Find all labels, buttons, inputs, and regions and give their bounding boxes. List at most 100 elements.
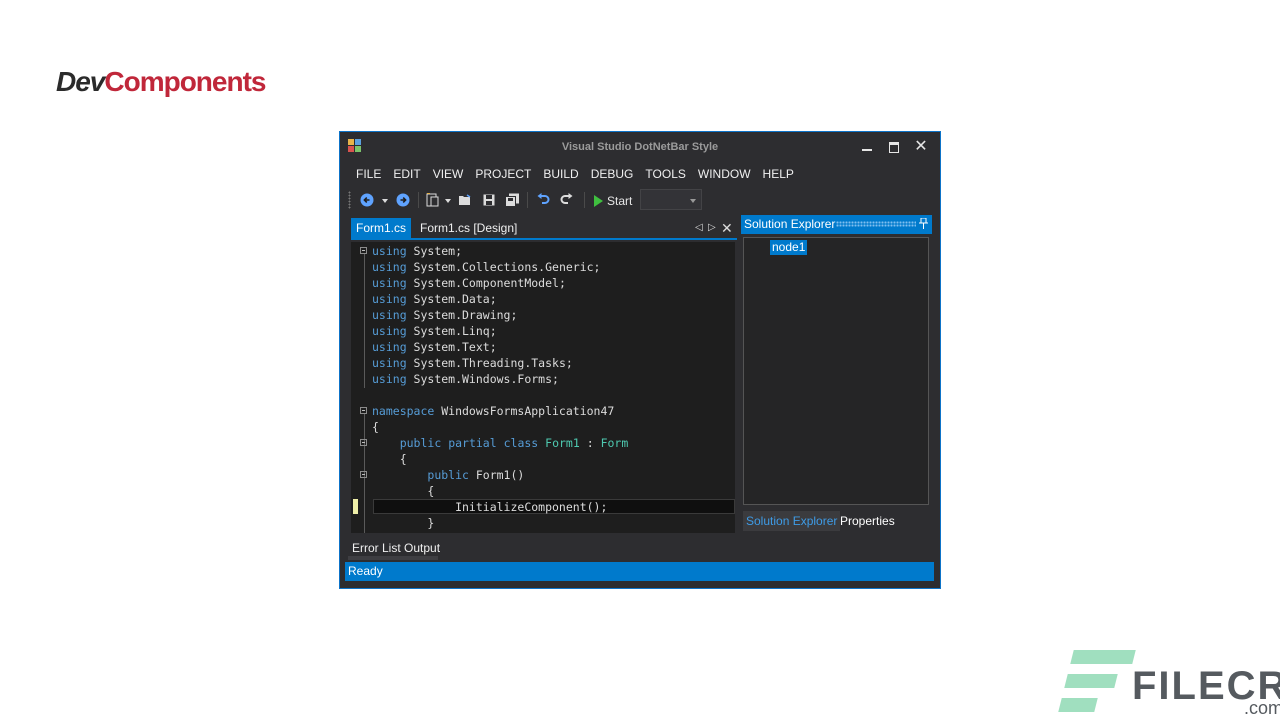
code-line: InitializeComponent(); xyxy=(351,499,735,515)
undo-icon[interactable] xyxy=(534,189,552,211)
tab-error-list[interactable]: Error List xyxy=(348,540,402,560)
collapse-icon[interactable] xyxy=(360,439,367,446)
maximize-button[interactable] xyxy=(883,138,905,156)
save-all-icon[interactable] xyxy=(503,189,521,211)
forward-icon[interactable] xyxy=(394,189,412,211)
collapse-icon[interactable] xyxy=(360,247,367,254)
menu-help[interactable]: HELP xyxy=(757,165,800,183)
code-keyword: using xyxy=(372,260,407,274)
menu-window[interactable]: WINDOW xyxy=(692,165,757,183)
code-keyword: using xyxy=(372,324,407,338)
solution-tree[interactable]: node1 xyxy=(743,237,929,505)
chevron-down-icon xyxy=(690,199,696,203)
code-keyword: namespace xyxy=(372,404,435,418)
code-text: System.Data; xyxy=(406,292,497,306)
code-text: InitializeComponent(); xyxy=(372,500,608,514)
code-text: System.Threading.Tasks; xyxy=(406,356,573,370)
tab-form1-cs[interactable]: Form1.cs xyxy=(351,218,412,238)
menu-bar: FILE EDIT VIEW PROJECT BUILD DEBUG TOOLS… xyxy=(350,165,800,183)
scroll-left-icon[interactable]: ◁ xyxy=(695,218,703,238)
tab-output[interactable]: Output xyxy=(400,540,440,560)
title-bar[interactable]: Visual Studio DotNetBar Style ✕ xyxy=(340,132,940,162)
document-tab-strip: Form1.cs Form1.cs [Design] ◁ ▷ ✕ xyxy=(351,218,737,240)
collapse-icon[interactable] xyxy=(360,407,367,414)
code-text: { xyxy=(372,484,435,498)
app-window: Visual Studio DotNetBar Style ✕ FILE EDI… xyxy=(339,131,941,589)
code-text: { xyxy=(372,420,379,434)
filecr-logo-icon xyxy=(1058,650,1138,720)
code-keyword: using xyxy=(372,292,407,306)
code-keyword: using xyxy=(372,356,407,370)
configuration-combo[interactable] xyxy=(640,189,702,210)
code-line: public Form1() xyxy=(351,467,735,483)
code-keyword: partial xyxy=(448,436,497,450)
code-type: Form1 xyxy=(545,436,580,450)
logo-dev-text: Dev xyxy=(56,66,105,97)
menu-view[interactable]: VIEW xyxy=(427,165,470,183)
scroll-right-icon[interactable]: ▷ xyxy=(708,218,716,238)
code-line: { xyxy=(351,419,735,435)
close-tab-icon[interactable]: ✕ xyxy=(721,218,733,238)
code-text: } xyxy=(372,516,435,530)
redo-icon[interactable] xyxy=(558,189,576,211)
open-icon[interactable] xyxy=(457,189,473,211)
code-keyword: using xyxy=(372,340,407,354)
drag-handle[interactable] xyxy=(836,221,916,227)
status-text: Ready xyxy=(348,564,383,578)
code-keyword: public xyxy=(399,436,442,450)
new-project-icon[interactable] xyxy=(424,189,440,211)
code-line: namespace WindowsFormsApplication47 xyxy=(351,403,735,419)
menu-tools[interactable]: TOOLS xyxy=(639,165,691,183)
start-label: Start xyxy=(607,193,633,208)
start-icon xyxy=(594,194,603,207)
minimize-button[interactable] xyxy=(856,138,878,156)
tab-solution-explorer[interactable]: Solution Explorer xyxy=(743,511,840,531)
code-line: using System.Text; xyxy=(351,339,735,355)
code-line: { xyxy=(351,483,735,499)
code-text: System.ComponentModel; xyxy=(406,276,566,290)
close-icon: ✕ xyxy=(914,138,928,155)
new-dropdown-icon[interactable] xyxy=(445,199,451,203)
menu-debug[interactable]: DEBUG xyxy=(585,165,640,183)
menu-file[interactable]: FILE xyxy=(350,165,387,183)
code-text: System.Drawing; xyxy=(406,308,518,322)
back-dropdown-icon[interactable] xyxy=(382,199,388,203)
collapse-icon[interactable] xyxy=(360,471,367,478)
code-text: System.Text; xyxy=(406,340,497,354)
code-line: { xyxy=(351,451,735,467)
tab-form1-design[interactable]: Form1.cs [Design] xyxy=(415,218,522,238)
window-title: Visual Studio DotNetBar Style xyxy=(561,141,719,153)
menu-build[interactable]: BUILD xyxy=(537,165,584,183)
save-icon[interactable] xyxy=(481,189,497,211)
code-line: using System.Drawing; xyxy=(351,307,735,323)
menu-project[interactable]: PROJECT xyxy=(469,165,537,183)
code-line: public partial class Form1 : Form xyxy=(351,435,735,451)
status-bar: Ready xyxy=(345,562,934,581)
back-icon[interactable] xyxy=(358,189,376,211)
code-keyword: using xyxy=(372,276,407,290)
code-text: System.Windows.Forms; xyxy=(406,372,559,386)
pin-icon[interactable] xyxy=(919,215,928,236)
filecr-watermark: FILECR .com xyxy=(1058,650,1280,720)
toolbar-grip[interactable] xyxy=(348,191,351,209)
menu-edit[interactable]: EDIT xyxy=(387,165,426,183)
code-keyword: using xyxy=(372,244,407,258)
tree-node[interactable]: node1 xyxy=(770,240,808,255)
code-editor[interactable]: using System; using System.Collections.Ge… xyxy=(351,242,735,533)
close-button[interactable]: ✕ xyxy=(910,138,932,156)
solution-explorer-header[interactable]: Solution Explorer xyxy=(741,215,932,234)
code-text: System; xyxy=(406,244,463,258)
code-text: { xyxy=(372,452,407,466)
toolbar: Start xyxy=(346,189,906,211)
code-line: using System.Collections.Generic; xyxy=(351,259,735,275)
code-text: WindowsFormsApplication47 xyxy=(434,404,615,418)
devcomponents-logo: DevComponents xyxy=(56,66,266,98)
code-text: System.Linq; xyxy=(406,324,497,338)
code-line: using System.Linq; xyxy=(351,323,735,339)
code-line: using System.Data; xyxy=(351,291,735,307)
tab-properties[interactable]: Properties xyxy=(837,511,898,531)
start-button[interactable]: Start xyxy=(594,189,632,211)
